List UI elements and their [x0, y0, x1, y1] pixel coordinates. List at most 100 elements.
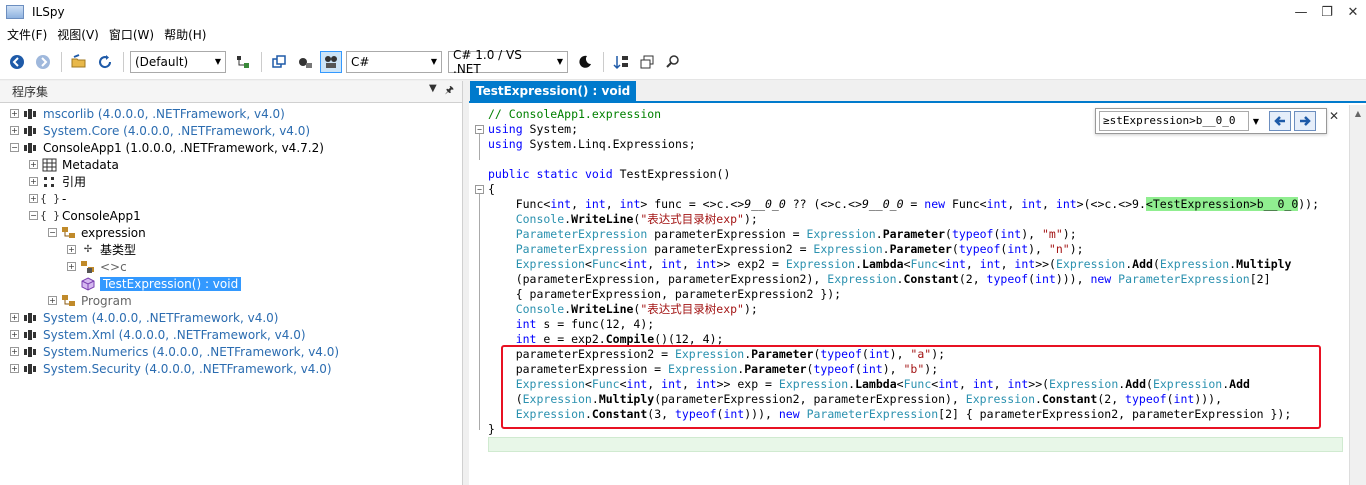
collapse-icon[interactable]: −: [10, 143, 19, 152]
restore-button[interactable]: ❐: [1314, 0, 1340, 24]
open-button[interactable]: [68, 51, 90, 73]
tree-sort-button[interactable]: [232, 51, 254, 73]
tree-node[interactable]: +{ } -: [0, 190, 462, 207]
close-button[interactable]: ✕: [1340, 0, 1366, 24]
expand-icon[interactable]: +: [10, 126, 19, 135]
menu-view[interactable]: 视图(V): [52, 26, 104, 43]
panel-dropdown-icon[interactable]: ▼: [429, 83, 437, 100]
code-token: Expression: [813, 242, 883, 256]
show-internal-button[interactable]: [320, 50, 342, 73]
find-next-button[interactable]: [1294, 111, 1316, 131]
tree-node[interactable]: + System.Core (4.0.0.0, .NETFramework, v4…: [0, 122, 462, 139]
tree-node[interactable]: + mscorlib (4.0.0.0, .NETFramework, v4.0): [0, 105, 462, 122]
code-token: void: [584, 167, 613, 181]
code-token: =: [903, 197, 925, 211]
pin-icon[interactable]: 🖈: [445, 83, 454, 100]
expand-icon[interactable]: +: [29, 177, 38, 186]
fold-toggle-icon[interactable]: −: [475, 125, 484, 134]
tree-node[interactable]: + Metadata: [0, 156, 462, 173]
show-private-button[interactable]: [294, 51, 316, 73]
tree-node[interactable]: TestExpression() : void: [0, 275, 462, 292]
code-token: >(<>c.<>9.: [1076, 197, 1146, 211]
window-controls: — ❐ ✕: [1288, 0, 1366, 24]
language-combo[interactable]: C# ▼: [346, 50, 442, 73]
code-token: Expression: [785, 257, 856, 271]
tree-node[interactable]: + 引用: [0, 173, 462, 190]
expand-icon[interactable]: +: [10, 330, 19, 339]
collapse-icon[interactable]: −: [48, 228, 57, 237]
code-token: (: [855, 362, 862, 376]
scroll-up-arrow-icon[interactable]: ▲: [1350, 105, 1366, 122]
fold-toggle-icon[interactable]: −: [475, 185, 484, 194]
tree-node[interactable]: − expression: [0, 224, 462, 241]
tree-hierarchy-icon: [237, 55, 249, 68]
code-token: int: [979, 257, 1001, 271]
forward-button[interactable]: [32, 51, 54, 73]
sort-button[interactable]: [610, 51, 632, 73]
close-search-button[interactable]: ✕: [1326, 108, 1342, 124]
back-button[interactable]: [6, 51, 28, 73]
menu-window[interactable]: 窗口(W): [104, 26, 159, 43]
toolbar: (Default) ▼ C# ▼ C# 1.0 / VS .NET ▼: [0, 44, 1366, 80]
tree-node[interactable]: − ConsoleApp1 (1.0.0.0, .NETFramework, v4…: [0, 139, 462, 156]
expand-icon[interactable]: +: [67, 262, 76, 271]
minimize-button[interactable]: —: [1288, 0, 1314, 24]
expand-icon[interactable]: +: [67, 245, 76, 254]
tree-node[interactable]: + System.Xml (4.0.0.0, .NETFramework, v4.…: [0, 326, 462, 343]
basetype-icon: ✢: [83, 244, 93, 255]
expand-icon[interactable]: +: [48, 296, 57, 305]
tree-node[interactable]: + System.Numerics (4.0.0.0, .NETFramework…: [0, 343, 462, 360]
manage-lists-button[interactable]: [636, 51, 658, 73]
chevron-down-icon[interactable]: ▼: [1249, 117, 1263, 126]
expand-icon[interactable]: +: [29, 194, 38, 203]
tree-node[interactable]: + System.Security (4.0.0.0, .NETFramework…: [0, 360, 462, 377]
code-token: >>(: [1035, 257, 1056, 271]
expand-icon[interactable]: +: [10, 109, 19, 118]
tree-node-label: 引用: [62, 175, 87, 189]
code-token: "m": [1041, 227, 1063, 241]
assembly-icon: [23, 107, 39, 121]
search-button[interactable]: [662, 51, 684, 73]
assembly-icon: [23, 124, 39, 138]
expand-icon[interactable]: +: [10, 347, 19, 356]
theme-button[interactable]: [574, 51, 596, 73]
menu-help[interactable]: 帮助(H): [159, 26, 211, 43]
code-token: e = exp2.: [536, 332, 606, 346]
code-token: Func: [910, 257, 939, 271]
expand-icon[interactable]: +: [10, 364, 19, 373]
tab-testexpression[interactable]: TestExpression() : void: [470, 81, 637, 101]
code-line: {: [488, 182, 495, 197]
vertical-scrollbar[interactable]: ▲: [1349, 105, 1366, 485]
tree-node-label: System (4.0.0.0, .NETFramework, v4.0): [43, 310, 279, 325]
tree-node[interactable]: + System (4.0.0.0, .NETFramework, v4.0): [0, 309, 462, 326]
expand-icon[interactable]: +: [29, 160, 38, 169]
code-token: int: [695, 257, 717, 271]
assembly-icon: [23, 362, 39, 376]
tree-node[interactable]: −{ } ConsoleApp1: [0, 207, 462, 224]
language-version-combo[interactable]: C# 1.0 / VS .NET ▼: [448, 48, 568, 76]
menu-file[interactable]: 文件(F): [2, 26, 52, 43]
code-token: Expression: [1159, 257, 1230, 271]
code-token: int: [1021, 197, 1043, 211]
code-token: (2,: [958, 272, 987, 286]
code-editor[interactable]: // ConsoleApp1.expression using System; us…: [469, 105, 1349, 485]
filter-combo[interactable]: (Default) ▼: [130, 50, 226, 73]
code-token: TestExpression(): [612, 167, 731, 181]
code-token: ))),: [1194, 392, 1223, 406]
tree-node[interactable]: + <>c: [0, 258, 462, 275]
code-token: );: [924, 362, 939, 376]
assembly-tree[interactable]: + mscorlib (4.0.0.0, .NETFramework, v4.0)…: [0, 103, 462, 377]
search-input[interactable]: ≥stExpression>b__0_0: [1099, 111, 1249, 131]
expand-icon[interactable]: +: [10, 313, 19, 322]
collapse-icon[interactable]: −: [29, 211, 38, 220]
tree-node[interactable]: + Program: [0, 292, 462, 309]
new-window-button[interactable]: [268, 51, 290, 73]
assembly-icon: [23, 345, 39, 359]
tree-node-label: System.Xml (4.0.0.0, .NETFramework, v4.0…: [43, 327, 306, 342]
code-token: ParameterExpression: [1118, 272, 1250, 286]
find-previous-button[interactable]: [1269, 111, 1291, 131]
tree-node[interactable]: + ✢ 基类型: [0, 241, 462, 258]
code-token: Expression: [488, 377, 585, 391]
reload-button[interactable]: [94, 51, 116, 73]
